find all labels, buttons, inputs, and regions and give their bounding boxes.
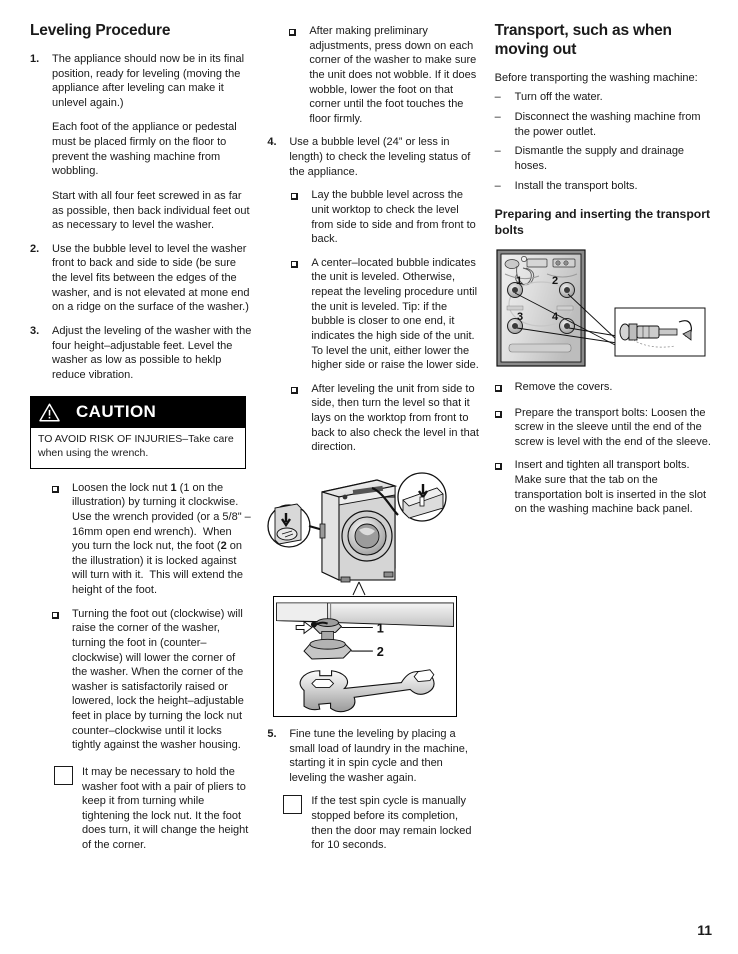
figure-label-2: 2	[377, 644, 384, 659]
list-item-text: Dismantle the supply and drainage hoses.	[514, 145, 685, 172]
transport-bolts-back-panel-illustration: 1 2 3 4	[494, 247, 707, 368]
list-item-text: Disconnect the washing machine from the …	[514, 111, 701, 138]
page-title: Leveling Procedure	[30, 22, 171, 39]
step-paragraph: Start with all four feet screwed in as f…	[52, 189, 250, 232]
step-body: The appliance should now be in its final…	[52, 52, 251, 233]
column-middle: After making preliminary adjustments, pr…	[267, 22, 494, 862]
note-text: If the test spin cycle is manually stopp…	[311, 795, 472, 852]
note-text: It may be necessary to hold the washer f…	[82, 765, 249, 852]
list-item-text: Insert and tighten all transport bolts. …	[514, 459, 707, 516]
step-number: 2.	[30, 242, 40, 255]
caution-header: CAUTION	[31, 397, 245, 429]
step-number: 5.	[267, 727, 277, 740]
caution-bullet-list: Loosen the lock nut 1 (1 on the illustra…	[52, 481, 251, 753]
column-right: Transport, such as when moving out Befor…	[494, 22, 716, 862]
caution-heading: CAUTION	[76, 402, 157, 422]
figure-label-1: 1	[377, 620, 384, 635]
square-bullet-icon	[52, 481, 72, 598]
list-item-text: Prepare the transport bolts: Loosen the …	[514, 406, 711, 448]
list-item: A center–located bubble indicates the un…	[291, 256, 480, 373]
square-bullet-icon	[494, 406, 515, 450]
list-item-text: After making preliminary adjustments, pr…	[309, 25, 477, 125]
warning-triangle-icon	[39, 403, 60, 422]
list-item: Loosen the lock nut 1 (1 on the illustra…	[52, 481, 251, 598]
figure-label-1: 1	[516, 275, 522, 287]
figure-label-2: 2	[552, 275, 558, 287]
list-item: Turning the foot out (clockwise) will ra…	[52, 607, 251, 753]
transport-lead: Before transporting the washing machine:	[494, 71, 698, 84]
page-number: 11	[697, 922, 712, 938]
step-paragraph: Fine tune the leveling by placing a smal…	[289, 727, 468, 784]
washer-leveling-illustration	[267, 463, 464, 596]
square-bullet-icon	[291, 188, 311, 247]
list-item: Remove the covers.	[494, 380, 716, 397]
note-square-icon	[54, 765, 82, 853]
step-paragraph: Each foot of the appliance or pedestal m…	[52, 121, 237, 178]
list-item: Prepare the transport bolts: Loosen the …	[494, 406, 716, 450]
list-item: – Disconnect the washing machine from th…	[495, 110, 716, 139]
transport-dash-list: – Turn off the water. – Disconnect the w…	[495, 90, 716, 193]
list-item-text: Remove the covers.	[514, 380, 613, 393]
numbered-step-2: 2. Use the bubble level to level the was…	[30, 242, 251, 315]
transport-bullet-list: Remove the covers. Prepare the transport…	[494, 380, 716, 517]
manual-page: Leveling Procedure 1. The appliance shou…	[0, 0, 738, 954]
dash-bullet-icon: –	[494, 91, 501, 104]
caution-box: CAUTION TO AVOID RISK OF INJURIES–Take c…	[30, 396, 246, 469]
figure-label-3: 3	[517, 311, 523, 323]
list-item-text: Turn off the water.	[514, 91, 603, 104]
list-item-text: Install the transport bolts.	[514, 179, 638, 192]
square-bullet-icon	[52, 607, 72, 753]
note-square-icon	[283, 794, 311, 853]
numbered-step-4: 4. Use a bubble level (24” or less in le…	[267, 135, 480, 179]
square-bullet-icon	[494, 380, 515, 397]
dash-bullet-icon: –	[494, 111, 501, 124]
list-item-text: After leveling the unit from side to sid…	[311, 382, 479, 454]
numbered-step-3: 3. Adjust the leveling of the washer wit…	[30, 324, 251, 383]
numbered-step-5: 5. Fine tune the leveling by placing a s…	[267, 727, 480, 786]
column-left: Leveling Procedure 1. The appliance shou…	[30, 22, 267, 862]
note-block: If the test spin cycle is manually stopp…	[283, 794, 480, 853]
step-paragraph: The appliance should now be in its final…	[52, 52, 245, 109]
square-bullet-icon	[291, 382, 311, 455]
three-column-layout: Leveling Procedure 1. The appliance shou…	[30, 22, 716, 862]
top-bullet-list: After making preliminary adjustments, pr…	[289, 24, 480, 126]
step-paragraph: Adjust the leveling of the washer with t…	[52, 324, 252, 381]
transport-subtitle: Preparing and inserting the transport bo…	[494, 207, 711, 238]
list-item-text: Lay the bubble level across the unit wor…	[311, 189, 476, 246]
step-body: Use the bubble level to level the washer…	[52, 242, 251, 315]
square-bullet-icon	[289, 24, 309, 126]
list-item-text: Turning the foot out (clockwise) will ra…	[72, 607, 244, 752]
list-item-text: A center–located bubble indicates the un…	[311, 256, 479, 372]
list-item: Insert and tighten all transport bolts. …	[494, 458, 716, 517]
list-item: – Dismantle the supply and drainage hose…	[495, 144, 716, 173]
step-paragraph: Use the bubble level to level the washer…	[52, 242, 250, 314]
note-block: It may be necessary to hold the washer f…	[54, 765, 251, 853]
list-item: Lay the bubble level across the unit wor…	[291, 188, 480, 247]
dash-bullet-icon: –	[494, 179, 501, 192]
wrench-and-foot-illustration: 1 2	[273, 595, 458, 717]
step-number: 4.	[267, 136, 277, 149]
dash-bullet-icon: –	[494, 145, 501, 158]
list-item: – Turn off the water.	[495, 90, 716, 105]
step-body: Use a bubble level (24” or less in lengt…	[289, 135, 480, 179]
caution-text: TO AVOID RISK OF INJURIES–Take care when…	[31, 428, 245, 468]
square-bullet-icon	[291, 256, 311, 373]
step-body: Adjust the leveling of the washer with t…	[52, 324, 251, 383]
numbered-step-1: 1. The appliance should now be in its fi…	[30, 52, 251, 233]
step-body: Fine tune the leveling by placing a smal…	[289, 727, 480, 786]
list-item: After making preliminary adjustments, pr…	[289, 24, 480, 126]
list-item: After leveling the unit from side to sid…	[291, 382, 480, 455]
list-item-text: Loosen the lock nut 1 (1 on the illustra…	[72, 481, 251, 597]
step-number: 3.	[30, 324, 40, 337]
transport-title: Transport, such as when moving out	[494, 22, 672, 58]
step4-bullet-list: Lay the bubble level across the unit wor…	[291, 188, 480, 455]
square-bullet-icon	[494, 458, 515, 517]
list-item: – Install the transport bolts.	[495, 179, 716, 194]
step-paragraph: Use a bubble level (24” or less in lengt…	[289, 136, 471, 178]
step-number: 1.	[30, 52, 40, 65]
